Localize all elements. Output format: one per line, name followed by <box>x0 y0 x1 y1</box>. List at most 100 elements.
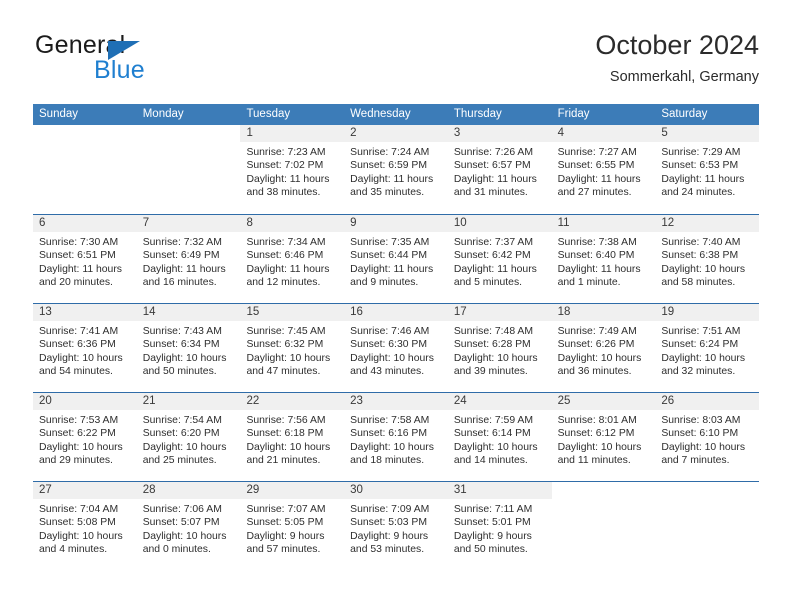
sunrise-text: Sunrise: 7:23 AM <box>246 147 326 158</box>
day-details: Sunrise: 7:59 AM Sunset: 6:14 PM Daylight:… <box>448 410 552 468</box>
sunrise-text: Sunrise: 7:58 AM <box>350 415 430 426</box>
daylight-text: Daylight: 9 hours and 50 minutes. <box>453 530 532 556</box>
daylight-text: Daylight: 11 hours and 16 minutes. <box>142 263 226 289</box>
calendar-day-cell[interactable]: 24 Sunrise: 7:59 AM Sunset: 6:14 PM Dayligh… <box>447 393 552 481</box>
calendar-day-cell[interactable]: 7 Sunrise: 7:32 AM Sunset: 6:49 PM Daylight… <box>136 215 241 303</box>
sunset-text: Sunset: 7:02 PM <box>246 160 324 172</box>
day-details: Sunrise: 7:09 AM Sunset: 5:03 PM Daylight:… <box>344 499 448 557</box>
title-block: October 2024 Sommerkahl, Germany <box>595 28 759 87</box>
day-details: Sunrise: 8:03 AM Sunset: 6:10 PM Daylight:… <box>655 410 759 468</box>
sunrise-text: Sunrise: 7:48 AM <box>453 326 534 337</box>
sunset-text: Sunset: 6:12 PM <box>557 428 635 440</box>
day-details: Sunrise: 7:26 AM Sunset: 6:57 PM Daylight:… <box>448 142 552 200</box>
page-title: October 2024 <box>595 30 759 60</box>
calendar-day-cell[interactable]: 11 Sunrise: 7:38 AM Sunset: 6:40 PM Dayligh… <box>551 215 656 303</box>
calendar-day-cell[interactable]: 4 Sunrise: 7:27 AM Sunset: 6:55 PM Daylight… <box>551 125 656 214</box>
calendar-weeks: 1 Sunrise: 7:23 AM Sunset: 7:02 PM Daylight… <box>33 125 760 570</box>
calendar-day-cell-empty <box>552 482 656 570</box>
sunset-text: Sunset: 6:30 PM <box>350 339 427 351</box>
day-details: Sunrise: 7:35 AM Sunset: 6:44 PM Daylight:… <box>344 232 448 290</box>
calendar-day-cell[interactable]: 5 Sunrise: 7:29 AM Sunset: 6:53 PM Daylight… <box>655 125 760 214</box>
day-details: Sunrise: 7:56 AM Sunset: 6:18 PM Daylight:… <box>240 410 344 468</box>
day-number <box>655 482 759 499</box>
sunrise-text: Sunrise: 7:45 AM <box>246 326 326 337</box>
day-details: Sunrise: 7:11 AM Sunset: 5:01 PM Daylight:… <box>448 499 552 557</box>
calendar-week-row: 27 Sunrise: 7:04 AM Sunset: 5:08 PM Dayligh… <box>33 481 759 570</box>
calendar-day-cell[interactable]: 2 Sunrise: 7:24 AM Sunset: 6:59 PM Daylight… <box>344 125 448 214</box>
day-number: 14 <box>136 304 241 321</box>
calendar-day-cell[interactable]: 16 Sunrise: 7:46 AM Sunset: 6:30 PM Dayligh… <box>344 304 448 392</box>
day-details: Sunrise: 7:34 AM Sunset: 6:46 PM Daylight:… <box>240 232 344 290</box>
sunrise-text: Sunrise: 7:53 AM <box>39 415 119 426</box>
calendar-day-cell[interactable]: 26 Sunrise: 8:03 AM Sunset: 6:10 PM Dayligh… <box>655 393 760 481</box>
sunrise-text: Sunrise: 7:24 AM <box>350 147 430 158</box>
sunset-text: Sunset: 5:07 PM <box>142 517 220 529</box>
daylight-text: Daylight: 10 hours and 7 minutes. <box>661 441 746 467</box>
day-details: Sunrise: 7:29 AM Sunset: 6:53 PM Daylight:… <box>655 142 759 200</box>
day-details: Sunrise: 7:23 AM Sunset: 7:02 PM Daylight:… <box>240 142 344 200</box>
sunrise-text: Sunrise: 7:59 AM <box>453 415 534 426</box>
calendar-day-cell[interactable]: 22 Sunrise: 7:56 AM Sunset: 6:18 PM Dayligh… <box>240 393 345 481</box>
day-details: Sunrise: 7:53 AM Sunset: 6:22 PM Daylight:… <box>33 410 137 468</box>
calendar-day-cell[interactable]: 18 Sunrise: 7:49 AM Sunset: 6:26 PM Dayligh… <box>551 304 656 392</box>
calendar-day-cell[interactable]: 17 Sunrise: 7:48 AM Sunset: 6:28 PM Dayligh… <box>447 304 552 392</box>
sunset-text: Sunset: 6:42 PM <box>453 250 531 262</box>
sunset-text: Sunset: 5:01 PM <box>453 517 531 529</box>
calendar-day-cell[interactable]: 20 Sunrise: 7:53 AM Sunset: 6:22 PM Dayligh… <box>33 393 137 481</box>
calendar-day-cell[interactable]: 29 Sunrise: 7:07 AM Sunset: 5:05 PM Dayligh… <box>240 482 345 570</box>
day-number: 1 <box>240 125 345 142</box>
day-number: 19 <box>655 304 760 321</box>
calendar-day-cell[interactable]: 6 Sunrise: 7:30 AM Sunset: 6:51 PM Daylight… <box>33 215 137 303</box>
calendar-day-cell[interactable]: 30 Sunrise: 7:09 AM Sunset: 5:03 PM Dayligh… <box>344 482 448 570</box>
sunrise-text: Sunrise: 7:34 AM <box>246 237 326 248</box>
sunrise-text: Sunrise: 7:07 AM <box>246 504 326 515</box>
calendar-day-cell[interactable]: 10 Sunrise: 7:37 AM Sunset: 6:42 PM Dayligh… <box>447 215 552 303</box>
calendar-day-cell[interactable]: 31 Sunrise: 7:11 AM Sunset: 5:01 PM Dayligh… <box>447 482 552 570</box>
day-number: 27 <box>33 482 137 499</box>
calendar-day-cell[interactable]: 21 Sunrise: 7:54 AM Sunset: 6:20 PM Dayligh… <box>136 393 241 481</box>
calendar-day-cell[interactable]: 27 Sunrise: 7:04 AM Sunset: 5:08 PM Dayligh… <box>33 482 137 570</box>
calendar-day-cell[interactable]: 3 Sunrise: 7:26 AM Sunset: 6:57 PM Daylight… <box>447 125 552 214</box>
calendar-day-cell[interactable]: 23 Sunrise: 7:58 AM Sunset: 6:16 PM Dayligh… <box>344 393 448 481</box>
calendar-day-cell[interactable]: 13 Sunrise: 7:41 AM Sunset: 6:36 PM Dayligh… <box>33 304 137 392</box>
day-number: 21 <box>136 393 241 410</box>
sunset-text: Sunset: 6:40 PM <box>557 250 635 262</box>
day-details: Sunrise: 7:46 AM Sunset: 6:30 PM Daylight:… <box>344 321 448 379</box>
sunset-text: Sunset: 6:57 PM <box>453 160 531 172</box>
sunrise-text: Sunrise: 8:01 AM <box>557 415 637 426</box>
calendar-day-cell[interactable]: 9 Sunrise: 7:35 AM Sunset: 6:44 PM Daylight… <box>344 215 448 303</box>
day-number: 23 <box>344 393 448 410</box>
sunrise-text: Sunrise: 7:09 AM <box>350 504 430 515</box>
calendar-day-cell[interactable]: 19 Sunrise: 7:51 AM Sunset: 6:24 PM Dayligh… <box>655 304 760 392</box>
day-number <box>552 482 656 499</box>
day-number: 26 <box>655 393 760 410</box>
day-number: 28 <box>136 482 241 499</box>
day-number: 9 <box>344 215 448 232</box>
calendar-week-row: 13 Sunrise: 7:41 AM Sunset: 6:36 PM Dayligh… <box>33 303 760 392</box>
weekday-header-friday: Friday <box>557 108 590 120</box>
calendar-grid: Sunday Monday Tuesday Wednesday Thursday… <box>33 104 760 570</box>
calendar-day-cell[interactable]: 8 Sunrise: 7:34 AM Sunset: 6:46 PM Daylight… <box>240 215 345 303</box>
calendar-day-cell[interactable]: 1 Sunrise: 7:23 AM Sunset: 7:02 PM Daylight… <box>240 125 345 214</box>
calendar-day-cell[interactable]: 12 Sunrise: 7:40 AM Sunset: 6:38 PM Dayligh… <box>655 215 760 303</box>
calendar-day-cell[interactable]: 14 Sunrise: 7:43 AM Sunset: 6:34 PM Dayligh… <box>136 304 241 392</box>
sunset-text: Sunset: 6:16 PM <box>350 428 427 440</box>
daylight-text: Daylight: 10 hours and 36 minutes. <box>557 352 642 378</box>
page-subtitle: Sommerkahl, Germany <box>609 69 759 85</box>
daylight-text: Daylight: 10 hours and 58 minutes. <box>661 263 746 289</box>
calendar-day-cell[interactable]: 15 Sunrise: 7:45 AM Sunset: 6:32 PM Dayligh… <box>240 304 345 392</box>
day-number <box>137 125 241 142</box>
sunset-text: Sunset: 6:51 PM <box>39 250 116 262</box>
sunrise-text: Sunrise: 7:29 AM <box>661 147 741 158</box>
day-number: 13 <box>33 304 137 321</box>
sunset-text: Sunset: 6:34 PM <box>142 339 220 351</box>
daylight-text: Daylight: 11 hours and 31 minutes. <box>453 173 537 199</box>
day-number: 15 <box>240 304 345 321</box>
calendar-day-cell[interactable]: 28 Sunrise: 7:06 AM Sunset: 5:07 PM Dayligh… <box>136 482 241 570</box>
calendar-day-cell[interactable]: 25 Sunrise: 8:01 AM Sunset: 6:12 PM Dayligh… <box>551 393 656 481</box>
day-details: Sunrise: 7:30 AM Sunset: 6:51 PM Daylight:… <box>33 232 137 290</box>
sunrise-text: Sunrise: 7:27 AM <box>557 147 637 158</box>
general-blue-logo[interactable]: General Blue <box>33 28 233 90</box>
sunrise-text: Sunrise: 7:37 AM <box>453 237 534 248</box>
day-number: 11 <box>551 215 656 232</box>
